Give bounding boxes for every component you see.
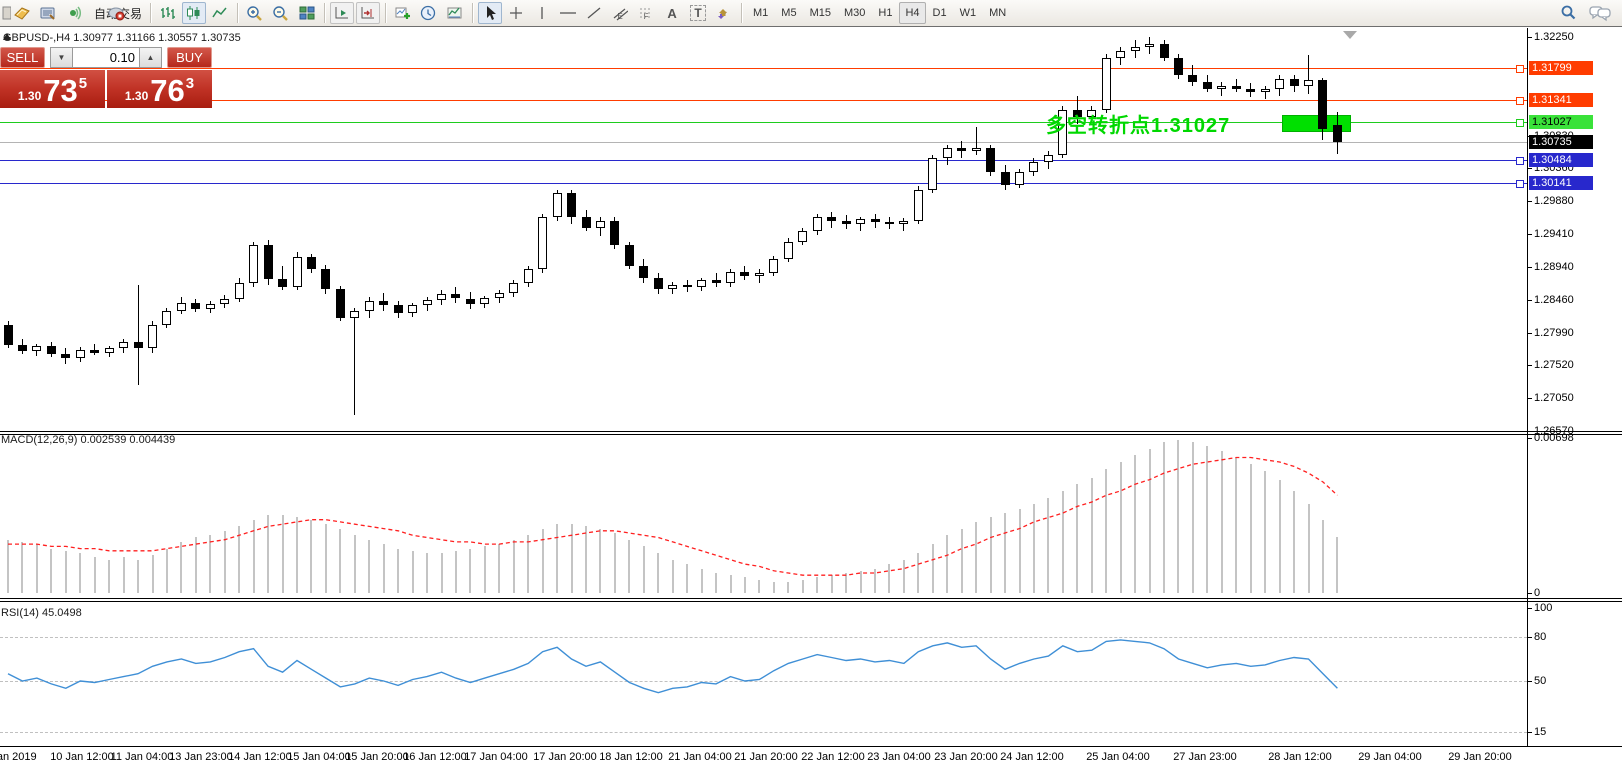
volume-spinner: ▼ 0.10 ▲ <box>50 47 162 68</box>
level-price-label: 1.30484 <box>1529 152 1593 167</box>
price-tick-label: 1.29880 <box>1534 195 1574 208</box>
sell-price-big: 73 <box>43 73 78 108</box>
buy-price-display[interactable]: 1.30 76 3 <box>107 70 212 108</box>
rsi-axis-label: 100 <box>1534 601 1553 614</box>
search-icon <box>1561 5 1576 20</box>
rsi-tick <box>1527 637 1532 638</box>
macd-tick <box>1527 593 1532 594</box>
price-tick-label: 1.29410 <box>1534 228 1574 240</box>
sell-price-prefix: 1.30 <box>17 89 42 103</box>
mt4-window: 自动交易 ▾ <box>0 0 1622 767</box>
sell-price-display[interactable]: 1.30 73 5 <box>0 70 105 108</box>
buy-price-big: 76 <box>150 73 185 108</box>
macd-tick <box>1527 438 1532 439</box>
volume-increase-button[interactable]: ▲ <box>139 47 162 68</box>
price-tick <box>1527 37 1532 38</box>
price-tick <box>1527 299 1532 301</box>
price-tick <box>1527 431 1532 432</box>
price-tick <box>1527 397 1532 399</box>
current-price-label: 1.30735 <box>1529 135 1593 150</box>
rsi-tick <box>1527 607 1532 609</box>
rsi-tick <box>1527 681 1532 682</box>
macd-signal-line <box>8 456 1338 576</box>
one-click-trading-panel: SELL ▼ 0.10 ▲ BUY 1.30 73 5 1.30 76 3 <box>0 47 212 108</box>
pivot-annotation-text[interactable]: 多空转折点1.31027 <box>1046 109 1230 138</box>
search-button[interactable] <box>1556 2 1580 24</box>
rsi-axis-label: 15 <box>1534 726 1547 739</box>
price-tick <box>1527 234 1532 235</box>
sell-button[interactable]: SELL <box>0 47 45 68</box>
macd-zero-label: 0 <box>1534 587 1541 599</box>
price-tick <box>1527 365 1532 367</box>
rsi-axis-label: 50 <box>1534 675 1547 687</box>
price-tick-label: 1.27520 <box>1534 359 1574 372</box>
buy-price-prefix: 1.30 <box>124 89 149 103</box>
price-tick <box>1527 168 1532 170</box>
toolbar-right-group <box>1556 2 1612 24</box>
price-tick <box>1527 201 1532 203</box>
price-tick-label: 1.28460 <box>1534 293 1574 306</box>
price-tick-label: 1.27990 <box>1534 326 1574 339</box>
level-price-label: 1.31027 <box>1529 114 1593 129</box>
price-tick-label: 1.32250 <box>1534 31 1574 43</box>
rsi-axis-label: 80 <box>1534 631 1547 643</box>
volume-input[interactable]: 0.10 <box>73 47 139 68</box>
rsi-tick <box>1527 732 1532 734</box>
macd-max-label: 0.00698 <box>1534 432 1574 444</box>
price-tick-label: 1.28940 <box>1534 260 1574 273</box>
chat-bubbles-icon <box>1589 6 1611 22</box>
price-tick <box>1527 332 1532 334</box>
price-tick <box>1527 266 1532 268</box>
indicator-lines-layer <box>7 456 1338 694</box>
level-price-label: 1.30141 <box>1529 176 1593 191</box>
buy-button[interactable]: BUY <box>167 47 212 68</box>
level-price-label: 1.31341 <box>1529 93 1593 108</box>
sell-price-pip: 5 <box>78 75 88 92</box>
price-tick-label: 1.27050 <box>1534 391 1574 404</box>
volume-decrease-button[interactable]: ▼ <box>50 47 73 68</box>
level-price-label: 1.31799 <box>1529 61 1593 76</box>
buy-price-pip: 3 <box>185 75 195 92</box>
rsi-line <box>7 639 1338 694</box>
chat-button[interactable] <box>1588 2 1612 24</box>
